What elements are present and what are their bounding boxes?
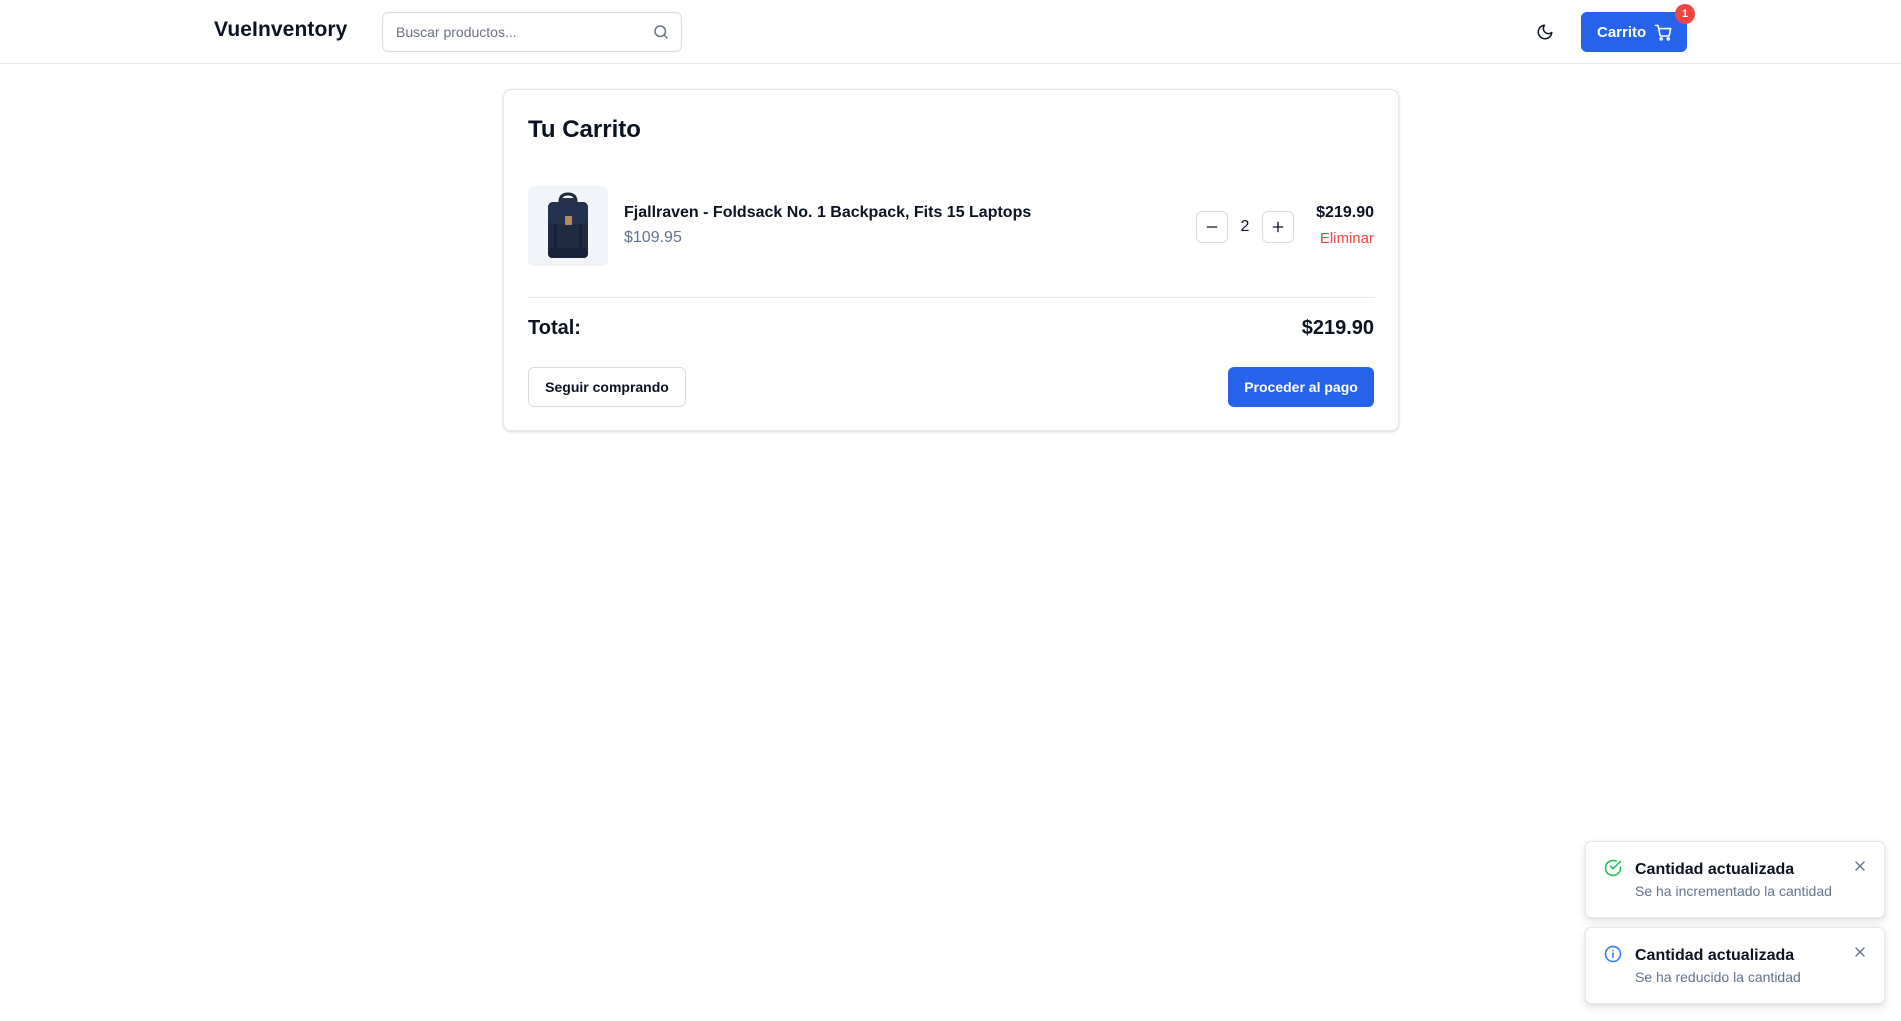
top-navbar: VueInventory Carrito 1	[0, 0, 1901, 64]
toast-title: Cantidad actualizada	[1635, 861, 1795, 878]
search-box[interactable]	[382, 12, 682, 52]
shopping-cart-icon	[1654, 24, 1672, 41]
cart-button-label: Carrito	[1597, 23, 1647, 41]
check-circle-icon	[1604, 859, 1622, 877]
toast-message: Se ha incrementado la cantidad	[1635, 883, 1832, 899]
total-value: $219.90	[1301, 317, 1374, 339]
close-icon[interactable]	[1852, 858, 1868, 874]
page-title: Tu Carrito	[528, 116, 641, 143]
backpack-image	[548, 192, 588, 258]
increase-quantity-button[interactable]	[1262, 211, 1294, 243]
moon-icon	[1537, 24, 1553, 40]
cart-count-badge: 1	[1675, 4, 1695, 24]
toast-notification-info: Cantidad actualizada Se ha reducido la c…	[1585, 927, 1885, 1004]
cart-card: Tu Carrito Fjallraven - Foldsack No. 1 B…	[503, 89, 1399, 431]
search-input[interactable]	[383, 13, 643, 51]
checkout-button[interactable]: Proceder al pago	[1228, 367, 1374, 407]
close-icon[interactable]	[1852, 944, 1868, 960]
app-logo[interactable]: VueInventory	[214, 18, 347, 42]
toast-notification-success: Cantidad actualizada Se ha incrementado …	[1585, 841, 1885, 918]
cart-button[interactable]: Carrito 1	[1581, 4, 1695, 52]
remove-item-link[interactable]: Eliminar	[1320, 230, 1374, 247]
theme-toggle-button[interactable]	[1532, 19, 1558, 45]
cart-item-line-total: $219.90	[1316, 204, 1374, 221]
decrease-quantity-button[interactable]	[1196, 211, 1228, 243]
cart-item-name[interactable]: Fjallraven - Foldsack No. 1 Backpack, Fi…	[624, 204, 1031, 222]
total-label: Total:	[528, 317, 581, 339]
continue-shopping-button[interactable]: Seguir comprando	[528, 367, 686, 407]
cart-item-unit-price: $109.95	[624, 229, 682, 246]
minus-icon	[1206, 226, 1218, 228]
quantity-value: 2	[1240, 218, 1250, 235]
plus-icon	[1272, 221, 1284, 233]
toast-title: Cantidad actualizada	[1635, 947, 1795, 964]
toast-message: Se ha reducido la cantidad	[1635, 969, 1801, 985]
search-icon[interactable]	[652, 23, 670, 41]
info-circle-icon	[1604, 945, 1622, 963]
product-image	[528, 186, 608, 266]
divider	[528, 297, 1374, 298]
